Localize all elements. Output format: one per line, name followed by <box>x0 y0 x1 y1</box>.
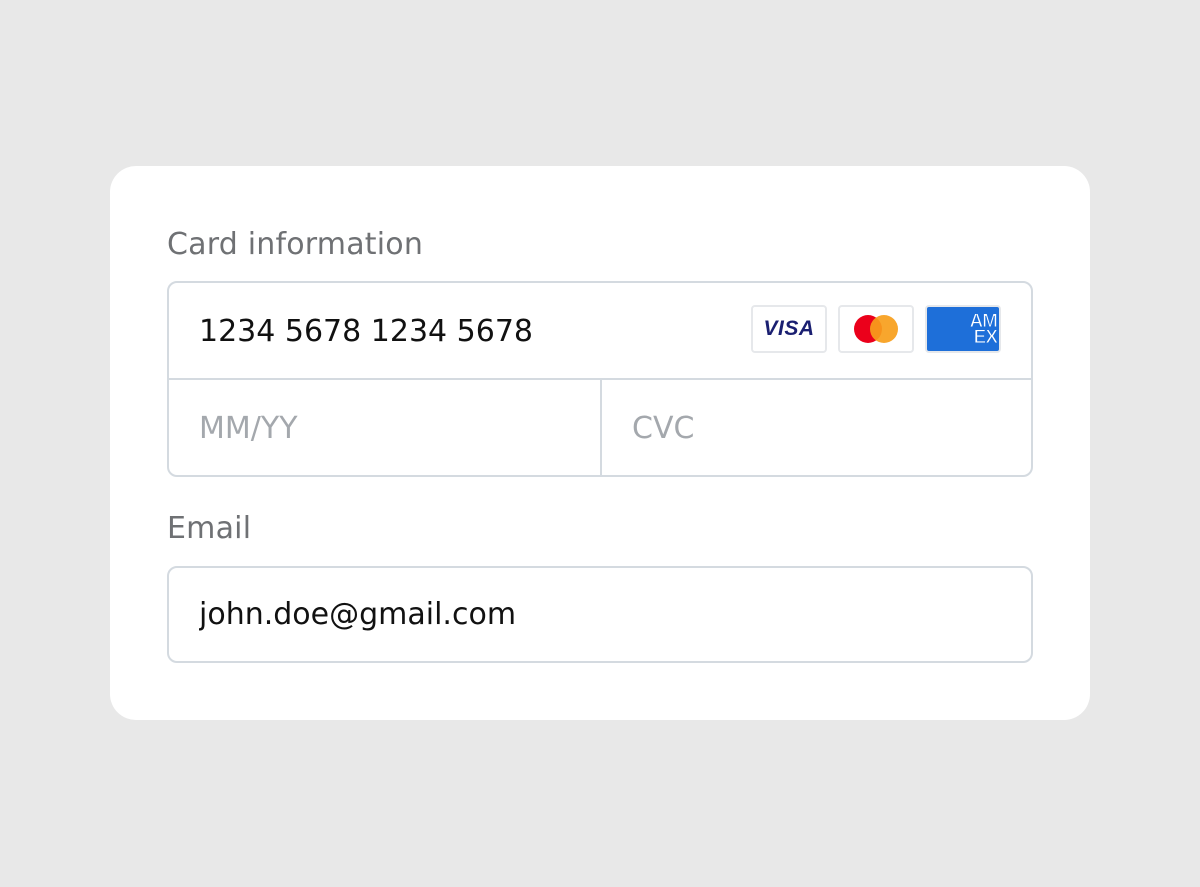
email-label: Email <box>167 511 252 546</box>
card-number-row: VISA AM EX <box>169 283 1031 380</box>
cvc-cell <box>602 380 1031 475</box>
visa-logo-text: VISA <box>763 317 815 340</box>
visa-icon: VISA <box>751 305 827 353</box>
expiry-cell <box>169 380 602 475</box>
card-number-input[interactable] <box>199 314 739 349</box>
expiry-date-input[interactable] <box>199 411 559 446</box>
email-field <box>167 566 1033 663</box>
cvc-input[interactable] <box>632 411 992 446</box>
expiry-cvc-row <box>169 380 1031 475</box>
card-information-group: VISA AM EX <box>167 281 1033 477</box>
card-information-label: Card information <box>167 227 424 262</box>
payment-card: Card information VISA AM EX <box>110 166 1090 720</box>
mastercard-icon <box>838 305 914 353</box>
amex-logo-text-bottom: EX <box>973 327 998 348</box>
amex-icon: AM EX <box>925 305 1001 353</box>
mastercard-orange-circle <box>870 315 898 343</box>
email-input[interactable] <box>199 597 979 632</box>
